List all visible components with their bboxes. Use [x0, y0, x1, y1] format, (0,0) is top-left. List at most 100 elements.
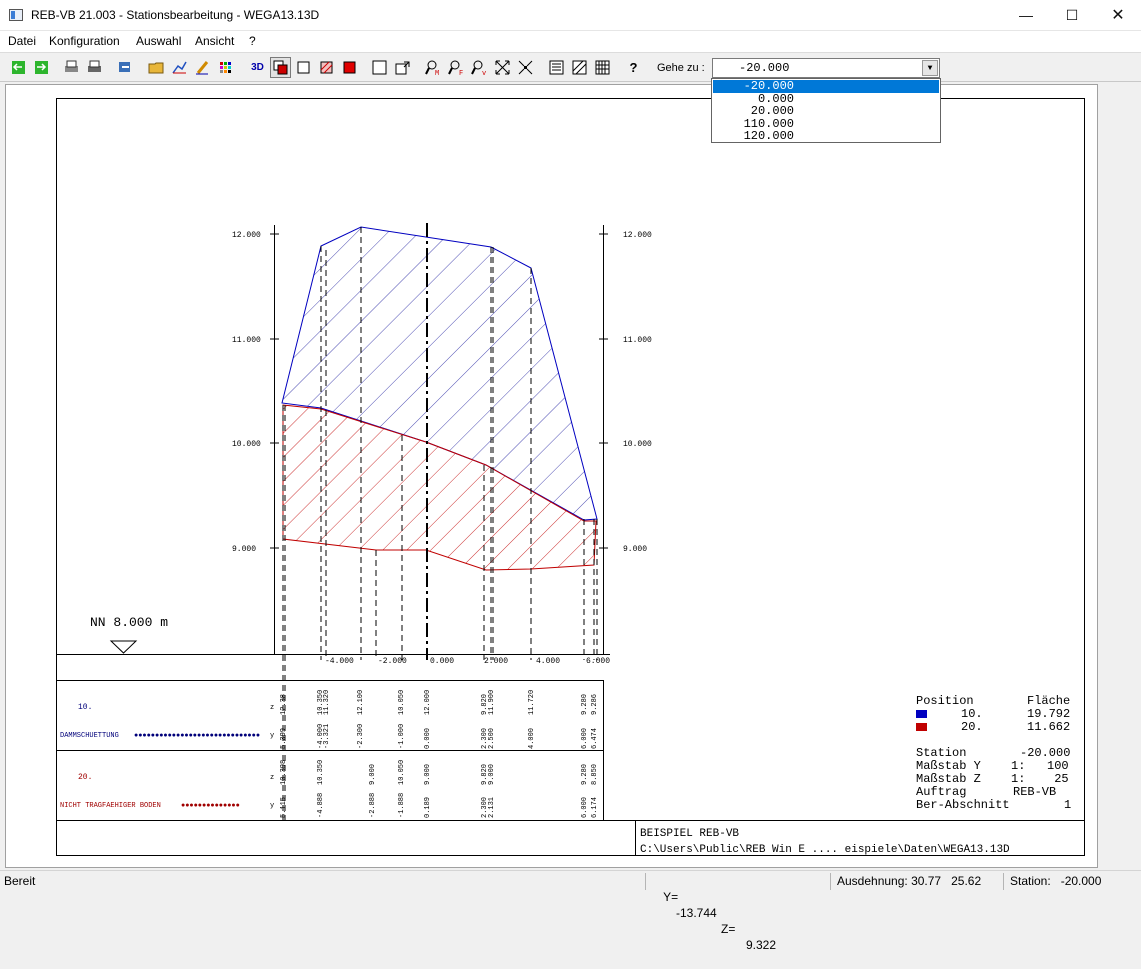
minimize-button[interactable]: —	[1003, 0, 1049, 31]
frame-expand-icon[interactable]	[392, 57, 413, 78]
cross-section-drawing: 12.000 11.000 10.000 9.000 12.000 11.000…	[56, 98, 1085, 856]
x-label: 2.000	[484, 657, 508, 666]
menu-help[interactable]: ?	[249, 34, 256, 48]
svg-text:6.174: 6.174	[591, 797, 599, 818]
x-label: -2.000	[378, 657, 407, 666]
status-station: Station: -20.000	[1003, 873, 1141, 890]
zoom-m-icon[interactable]: M	[423, 57, 444, 78]
footer-title: BEISPIEL REB-VB	[640, 828, 739, 840]
info-key: Maßstab Y	[916, 759, 981, 773]
zoom-f-icon[interactable]: F	[446, 57, 467, 78]
legend-pos: 10.	[961, 707, 983, 721]
svg-text:6.000: 6.000	[581, 797, 589, 818]
svg-text:-3.321: -3.321	[323, 724, 331, 749]
table-grid-icon[interactable]	[592, 57, 613, 78]
dropdown-option[interactable]: 120.000	[713, 130, 939, 143]
x-label: 6.000	[586, 657, 610, 666]
layer-20-pos: 20.	[78, 773, 92, 782]
svg-text:9.000: 9.000	[369, 764, 377, 785]
fill-icon[interactable]	[339, 57, 360, 78]
x-label: 4.000	[536, 657, 560, 666]
zoom-v-icon[interactable]: v	[469, 57, 490, 78]
color-grid-icon[interactable]	[215, 57, 236, 78]
table-lines-icon[interactable]	[546, 57, 567, 78]
svg-text:6.000: 6.000	[581, 728, 589, 749]
datum-label: NN 8.000 m	[90, 615, 168, 630]
outline-icon[interactable]	[293, 57, 314, 78]
goto-select[interactable]: -20.000 ▼	[712, 58, 940, 78]
svg-text:0.189: 0.189	[424, 797, 432, 818]
row-y-label: y	[270, 802, 274, 810]
x-label: -4.000	[325, 657, 354, 666]
chevron-down-icon[interactable]: ▼	[922, 60, 938, 76]
svg-text:12.100: 12.100	[357, 690, 365, 715]
zoom-center-icon[interactable]	[515, 57, 536, 78]
svg-text:-1.888: -1.888	[398, 793, 406, 818]
svg-text:5.399: 5.399	[280, 728, 288, 749]
svg-text:2.500: 2.500	[488, 728, 496, 749]
menu-ansicht[interactable]: Ansicht	[195, 34, 234, 48]
x-label: 0.000	[430, 657, 454, 666]
svg-text:6.474: 6.474	[591, 728, 599, 749]
svg-text:●●●●●●●●●●●●●●●●●●●●●●●●●●●●●●: ●●●●●●●●●●●●●●●●●●●●●●●●●●●●●●	[134, 732, 260, 740]
svg-text:9.000: 9.000	[424, 764, 432, 785]
svg-text:10.350: 10.350	[317, 760, 325, 785]
status-bar: Bereit Y= -13.744 Z= 9.322 Ausdehnung: 3…	[0, 870, 1141, 952]
svg-text:9.280: 9.280	[581, 694, 589, 715]
info-value: REB-VB	[1013, 785, 1056, 799]
legend-area: 19.792	[1027, 707, 1070, 721]
frame-icon[interactable]	[369, 57, 390, 78]
info-key: Station	[916, 746, 966, 760]
svg-text:F: F	[459, 70, 463, 77]
goto-dropdown-list: -20.000 0.000 20.000 110.000 120.000	[711, 78, 941, 143]
right-margin	[1098, 84, 1141, 868]
menu-auswahl[interactable]: Auswahl	[136, 34, 181, 48]
dropdown-option[interactable]: -20.000	[713, 80, 939, 93]
row-z-label: z	[270, 774, 274, 782]
goto-value: -20.000	[739, 61, 790, 75]
toolbar: 3D M F v ? Gehe zu : -20.000 ▼	[0, 52, 1141, 82]
menu-konfiguration[interactable]: Konfiguration	[49, 34, 120, 48]
open-folder-icon[interactable]	[146, 57, 167, 78]
close-button[interactable]: ✕	[1095, 0, 1141, 31]
layer-10-pos: 10.	[78, 703, 92, 712]
drawing-canvas[interactable]: 12.000 11.000 10.000 9.000 12.000 11.000…	[5, 84, 1098, 868]
station-forward-icon[interactable]	[31, 57, 52, 78]
elev-label-right: 10.000	[623, 440, 652, 449]
table-hatch-icon[interactable]	[569, 57, 590, 78]
info-value: 1: 25	[1011, 772, 1069, 786]
elev-label-right: 11.000	[623, 336, 652, 345]
pencil-icon[interactable]	[192, 57, 213, 78]
svg-text:10.050: 10.050	[398, 760, 406, 785]
svg-text:9.280: 9.280	[581, 764, 589, 785]
window-title: REB-VB 21.003 - Stationsbearbeitung - WE…	[31, 8, 320, 22]
status-coordinates: Y= -13.744 Z= 9.322	[645, 873, 825, 952]
edit-chart-icon[interactable]	[169, 57, 190, 78]
info-value: 1: 100	[1011, 759, 1069, 773]
svg-text:v: v	[482, 70, 486, 77]
print-all-icon[interactable]	[84, 57, 105, 78]
goto-label: Gehe zu :	[657, 62, 705, 74]
svg-text:8.850: 8.850	[591, 764, 599, 785]
print-icon[interactable]	[61, 57, 82, 78]
elev-label-right: 12.000	[623, 231, 652, 240]
app-icon	[9, 9, 23, 21]
legend-swatch-20	[916, 723, 927, 731]
three-d-icon[interactable]: 3D	[247, 57, 268, 78]
elev-label-left: 12.000	[232, 231, 261, 240]
svg-text:11.320: 11.320	[323, 690, 331, 715]
svg-text:0.000: 0.000	[424, 728, 432, 749]
svg-text:10.398: 10.398	[280, 760, 288, 785]
legend-pos: 20.	[961, 720, 983, 734]
zoom-extents-icon[interactable]	[492, 57, 513, 78]
export-icon[interactable]	[114, 57, 135, 78]
menu-datei[interactable]: Datei	[8, 34, 36, 48]
layer-stack-icon[interactable]	[270, 57, 291, 78]
svg-text:●●●●●●●●●●●●●●: ●●●●●●●●●●●●●●	[181, 802, 240, 810]
hatch-icon[interactable]	[316, 57, 337, 78]
menu-bar: Datei Konfiguration Auswahl Ansicht ?	[0, 31, 1141, 52]
station-back-icon[interactable]	[8, 57, 29, 78]
status-extent: Ausdehnung: 30.77 25.62	[830, 873, 998, 890]
help-icon[interactable]: ?	[623, 57, 644, 78]
maximize-button[interactable]: ☐	[1049, 0, 1095, 31]
